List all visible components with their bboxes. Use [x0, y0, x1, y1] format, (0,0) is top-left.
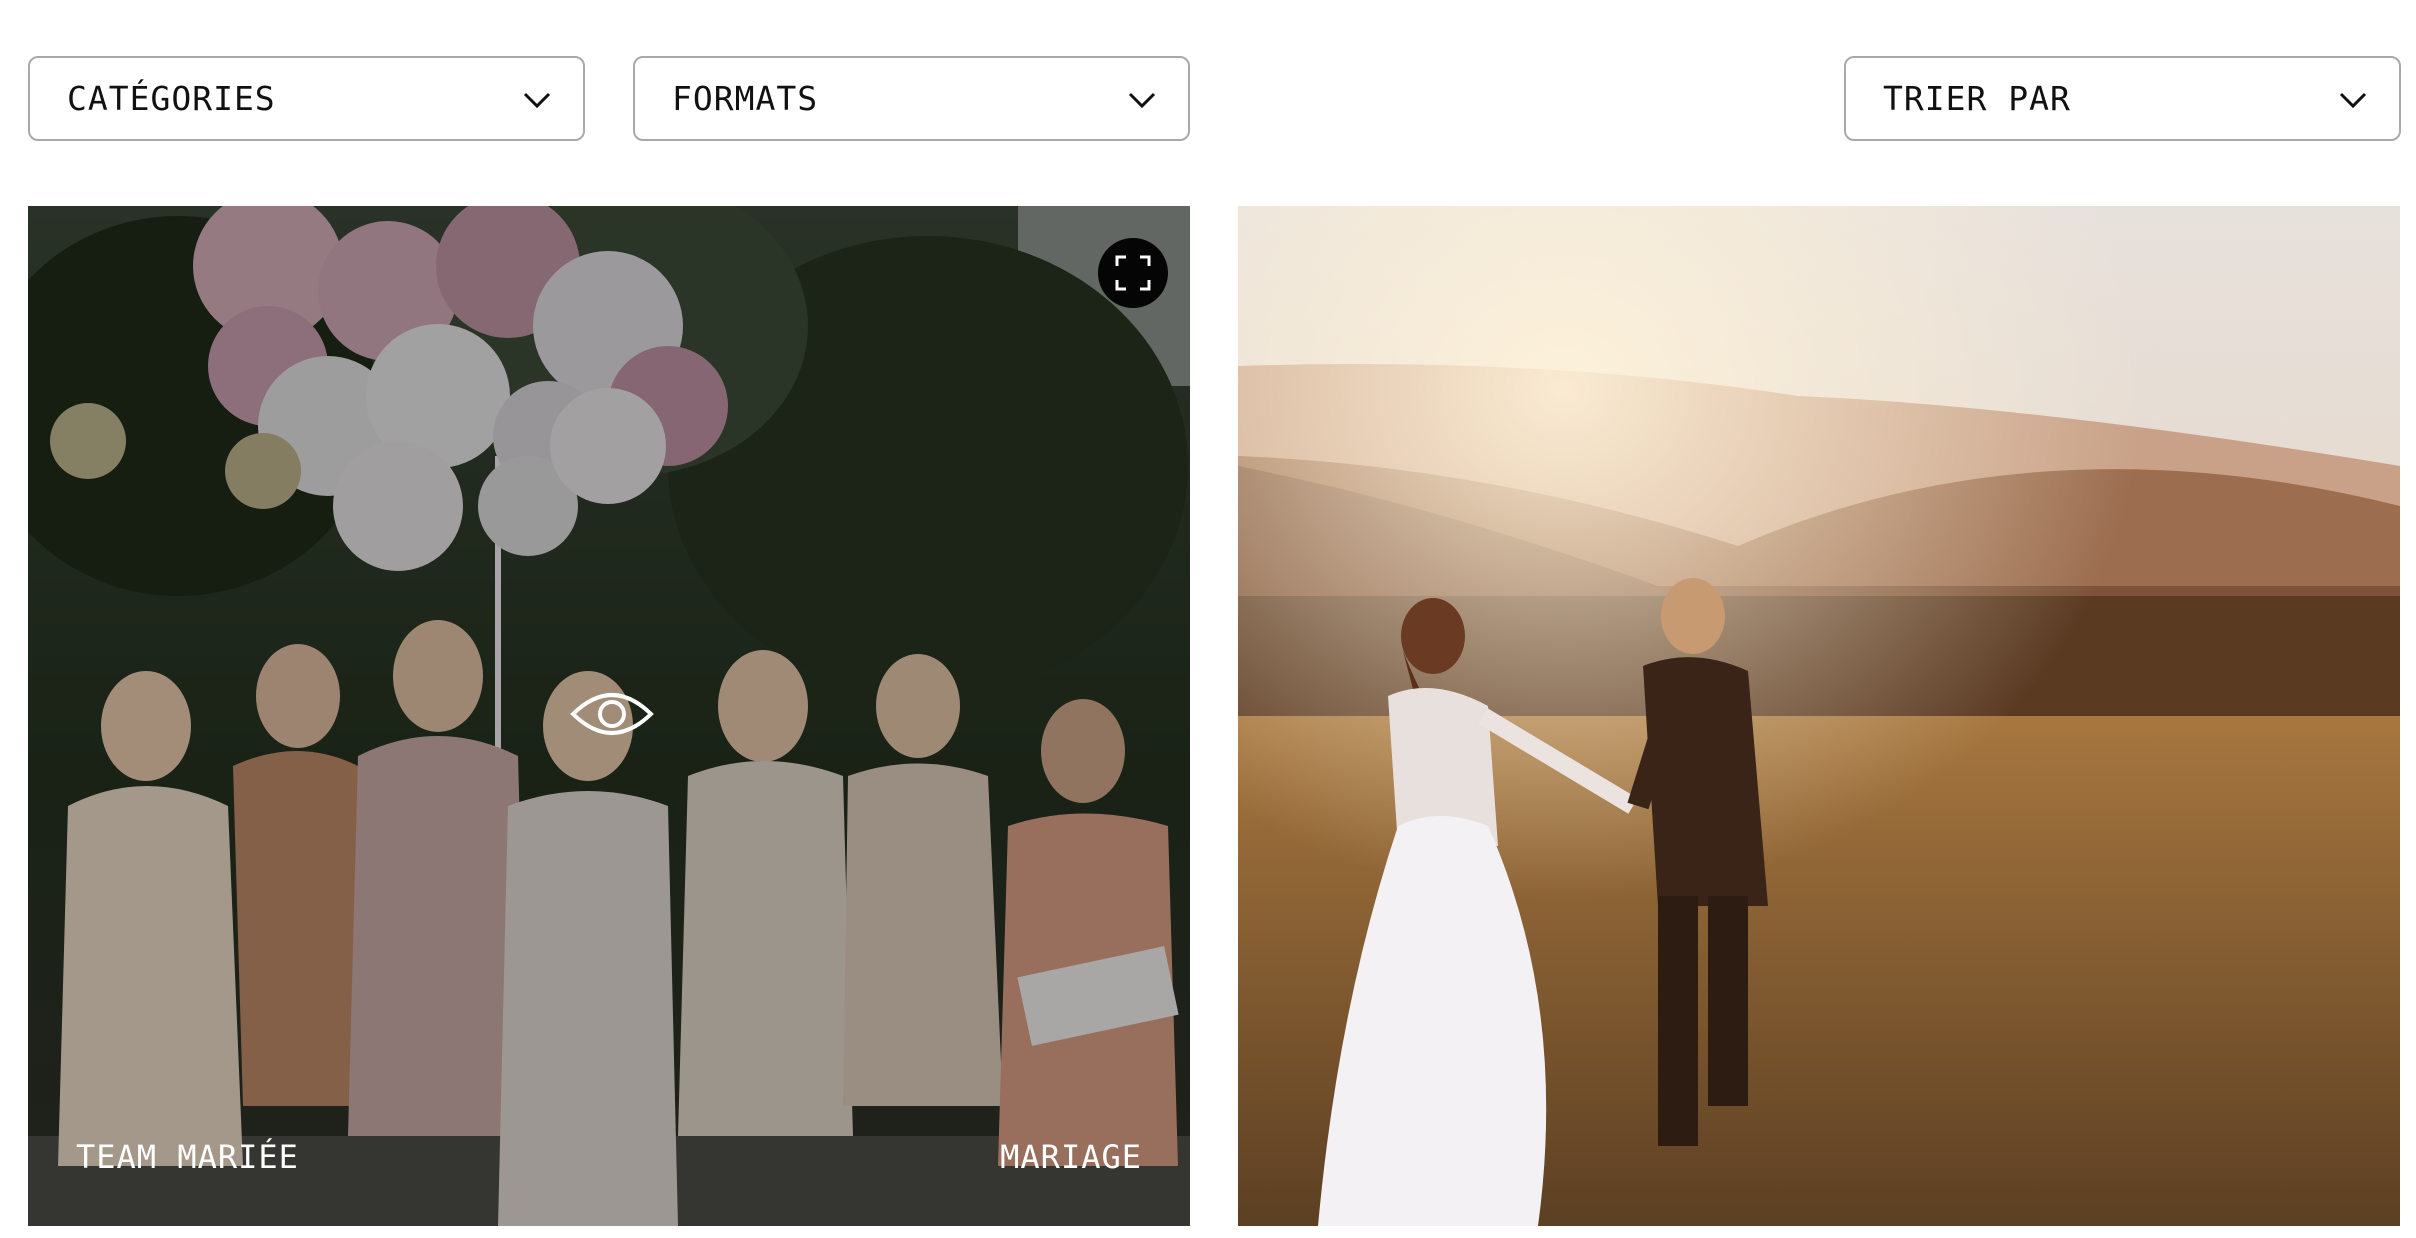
card-category: MARIAGE: [1000, 1138, 1142, 1176]
formats-label: FORMATS: [672, 79, 819, 118]
chevron-down-icon: [1128, 92, 1156, 108]
formats-dropdown[interactable]: FORMATS: [633, 56, 1190, 141]
sort-dropdown[interactable]: TRIER PAR: [1844, 56, 2401, 141]
sort-label: TRIER PAR: [1883, 79, 2071, 118]
gallery-card-couple[interactable]: [1238, 206, 2400, 1226]
gallery-card-team-mariee[interactable]: TEAM MARIÉE MARIAGE: [28, 206, 1190, 1226]
chevron-down-icon: [2339, 92, 2367, 108]
expand-button[interactable]: [1098, 238, 1168, 308]
chevron-down-icon: [523, 92, 551, 108]
card-title: TEAM MARIÉE: [76, 1138, 299, 1176]
couple-sunset-photo: [1238, 206, 2400, 1226]
expand-icon: [1115, 255, 1151, 291]
categories-label: CATÉGORIES: [67, 79, 276, 118]
categories-dropdown[interactable]: CATÉGORIES: [28, 56, 585, 141]
eye-icon[interactable]: [570, 684, 654, 744]
